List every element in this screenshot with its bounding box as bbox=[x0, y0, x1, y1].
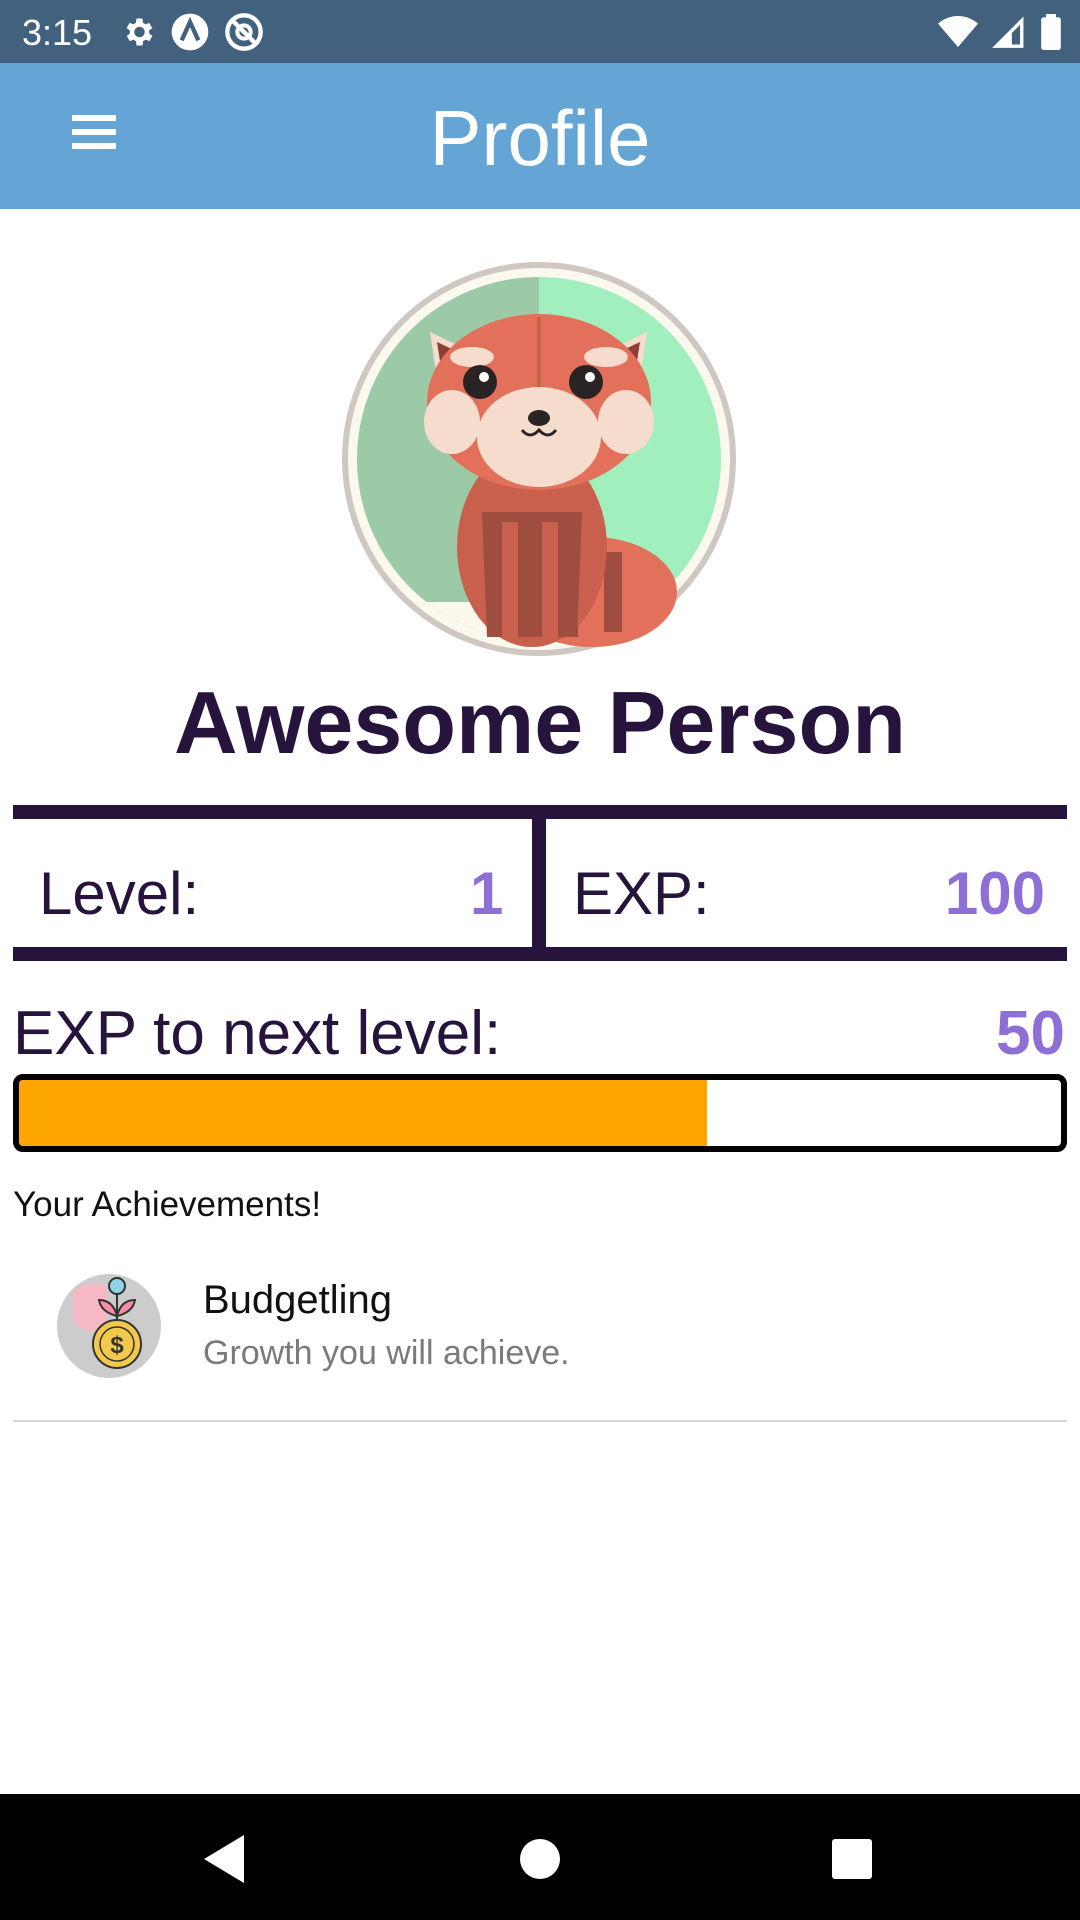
home-icon[interactable] bbox=[512, 1831, 568, 1887]
next-level-value: 50 bbox=[996, 999, 1065, 1068]
app-bar: Profile bbox=[0, 63, 1080, 209]
exp-value: 100 bbox=[944, 860, 1045, 927]
exp-label: EXP: bbox=[573, 860, 710, 927]
back-icon[interactable] bbox=[196, 1831, 252, 1887]
avatar bbox=[342, 262, 736, 656]
battery-icon bbox=[1041, 14, 1061, 50]
svg-text:$: $ bbox=[110, 1332, 124, 1359]
achievements-heading: Your Achievements! bbox=[13, 1185, 322, 1224]
status-time: 3:15 bbox=[22, 12, 93, 53]
profile-name: Awesome Person bbox=[173, 673, 906, 772]
achievement-title: Budgetling bbox=[203, 1278, 393, 1322]
recents-icon[interactable] bbox=[824, 1831, 880, 1887]
coin-plant-icon: $ bbox=[57, 1274, 161, 1378]
exp-progress-fill bbox=[19, 1080, 707, 1146]
exp-progress-bar bbox=[13, 1074, 1067, 1152]
achievement-subtitle: Growth you will achieve. bbox=[203, 1334, 570, 1372]
list-item[interactable]: $ Budgetling Growth you will achieve. bbox=[13, 1260, 1067, 1422]
at-no-icon bbox=[225, 13, 263, 51]
gear-icon bbox=[126, 18, 153, 46]
achievement-icon: $ bbox=[55, 1272, 163, 1380]
system-nav-bar bbox=[0, 1794, 1080, 1920]
a-circle-icon bbox=[171, 13, 209, 51]
red-panda-avatar bbox=[342, 262, 736, 656]
stats-divider bbox=[532, 819, 546, 947]
status-icons-left bbox=[120, 10, 264, 54]
status-bar: 3:15 bbox=[0, 0, 1080, 63]
page-title: Profile bbox=[429, 94, 651, 182]
stats-box: Level: 1 EXP: 100 bbox=[13, 805, 1067, 961]
wifi-icon bbox=[938, 16, 978, 47]
level-label: Level: bbox=[39, 860, 200, 927]
next-level-label: EXP to next level: bbox=[13, 999, 502, 1068]
status-icons-right bbox=[938, 10, 1062, 54]
signal-icon bbox=[992, 16, 1024, 48]
level-value: 1 bbox=[470, 860, 504, 927]
